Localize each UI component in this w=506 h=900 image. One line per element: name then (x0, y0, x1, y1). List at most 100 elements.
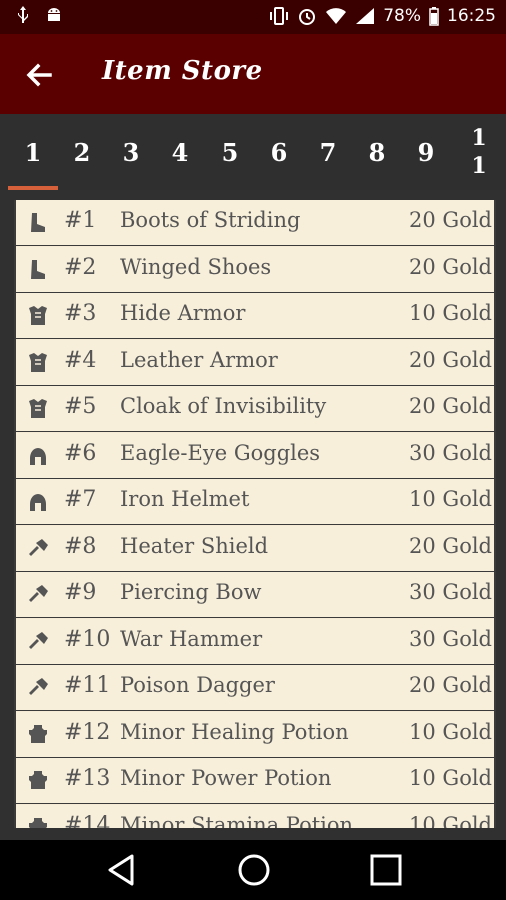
tab-1[interactable]: 1 (13, 114, 53, 190)
app-bar: Item Store (0, 34, 506, 114)
list-item[interactable]: #6 Eagle-Eye Goggles 30 Gold (16, 432, 494, 479)
item-price: 10 Gold (409, 301, 492, 325)
weapon-icon (26, 676, 50, 700)
item-name: Minor Power Potion (120, 766, 332, 790)
item-name: War Hammer (120, 626, 263, 651)
item-number: #2 (64, 254, 97, 280)
tab-8[interactable]: 8 (357, 114, 397, 190)
circle-home-icon (238, 854, 270, 886)
vibrate-icon (269, 6, 289, 26)
item-number: #5 (64, 394, 97, 419)
item-price: 30 Gold (409, 440, 492, 465)
tab-indicator (8, 186, 58, 190)
alarm-icon (297, 6, 317, 26)
helmet-icon (26, 444, 50, 468)
item-price: 10 Gold (409, 766, 492, 790)
wifi-icon (325, 7, 347, 25)
item-list: #1 Boots of Striding 20 Gold #2 Winged Shoes… (14, 200, 496, 828)
signal-icon (355, 7, 375, 25)
nav-back-button[interactable] (102, 852, 142, 888)
list-item[interactable]: #3 Hide Armor 10 Gold (16, 293, 494, 339)
weapon-icon (26, 537, 50, 561)
boot-icon (26, 258, 50, 282)
item-price: 30 Gold (409, 626, 492, 651)
tab-2[interactable]: 2 (62, 114, 102, 190)
tab-7[interactable]: 7 (308, 114, 348, 190)
item-name: Cloak of Invisibility (120, 394, 327, 418)
battery-percent: 78% (383, 6, 421, 26)
nav-home-button[interactable] (234, 852, 274, 888)
android-icon (44, 6, 64, 26)
item-price: 30 Gold (409, 580, 492, 604)
item-price: 10 Gold (409, 719, 492, 744)
item-number: #14 (64, 812, 111, 829)
item-price: 10 Gold (409, 487, 492, 511)
armor-icon (26, 351, 50, 375)
item-number: #6 (64, 440, 97, 466)
tab-overflow[interactable]: 1 1 (468, 124, 490, 184)
usb-icon (16, 6, 30, 26)
list-item[interactable]: #11 Poison Dagger 20 Gold (16, 665, 494, 711)
item-name: Winged Shoes (120, 254, 272, 279)
back-button[interactable] (22, 58, 56, 92)
tab-bar: 123456789 1 1 (0, 114, 506, 190)
item-price: 20 Gold (409, 254, 492, 279)
page-title: Item Store (102, 56, 263, 86)
list-item[interactable]: #10 War Hammer 30 Gold (16, 618, 494, 665)
item-number: #9 (64, 580, 97, 605)
status-bar: 78% 16:25 (0, 0, 506, 34)
tab-9[interactable]: 9 (406, 114, 446, 190)
item-name: Minor Stamina Potion (120, 812, 354, 829)
list-item[interactable]: #12 Minor Healing Potion 10 Gold (16, 711, 494, 758)
clock: 16:25 (447, 6, 496, 26)
list-item[interactable]: #5 Cloak of Invisibility 20 Gold (16, 386, 494, 432)
list-item[interactable]: #1 Boots of Striding 20 Gold (16, 200, 494, 246)
item-price: 10 Gold (409, 812, 492, 829)
navigation-bar (0, 840, 506, 900)
item-name: Hide Armor (120, 301, 246, 325)
weapon-icon (26, 630, 50, 654)
item-name: Leather Armor (120, 347, 278, 372)
item-number: #11 (64, 673, 111, 698)
item-price: 20 Gold (409, 394, 492, 418)
tab-5[interactable]: 5 (210, 114, 250, 190)
item-number: #1 (64, 208, 97, 233)
list-item[interactable]: #9 Piercing Bow 30 Gold (16, 572, 494, 618)
nav-recents-button[interactable] (366, 852, 406, 888)
item-number: #10 (64, 626, 111, 652)
weapon-icon (26, 583, 50, 607)
arrow-back-icon (26, 63, 52, 87)
list-item[interactable]: #14 Minor Stamina Potion 10 Gold (16, 804, 494, 829)
item-name: Heater Shield (120, 533, 269, 558)
item-name: Piercing Bow (120, 580, 262, 604)
tab-3[interactable]: 3 (111, 114, 151, 190)
item-number: #13 (64, 766, 111, 791)
list-item[interactable]: #2 Winged Shoes 20 Gold (16, 246, 494, 293)
tab-4[interactable]: 4 (160, 114, 200, 190)
potion-icon (26, 769, 50, 793)
item-number: #4 (64, 347, 97, 373)
list-item[interactable]: #8 Heater Shield 20 Gold (16, 525, 494, 572)
item-price: 20 Gold (409, 347, 492, 372)
item-price: 20 Gold (409, 208, 492, 232)
triangle-back-icon (108, 854, 134, 886)
item-name: Eagle-Eye Goggles (120, 440, 321, 465)
item-number: #8 (64, 533, 97, 559)
list-item[interactable]: #4 Leather Armor 20 Gold (16, 339, 494, 386)
square-recents-icon (370, 854, 402, 886)
item-number: #3 (64, 301, 97, 326)
tab-6[interactable]: 6 (259, 114, 299, 190)
helmet-icon (26, 490, 50, 514)
list-item[interactable]: #7 Iron Helmet 10 Gold (16, 479, 494, 525)
battery-icon (429, 6, 439, 26)
item-number: #12 (64, 719, 111, 745)
list-item[interactable]: #13 Minor Power Potion 10 Gold (16, 758, 494, 804)
item-name: Iron Helmet (120, 487, 250, 511)
item-price: 20 Gold (409, 673, 492, 697)
armor-icon (26, 397, 50, 421)
item-name: Minor Healing Potion (120, 719, 349, 744)
item-price: 20 Gold (409, 533, 492, 558)
potion-icon (26, 816, 50, 828)
boot-icon (26, 211, 50, 235)
potion-icon (26, 723, 50, 747)
